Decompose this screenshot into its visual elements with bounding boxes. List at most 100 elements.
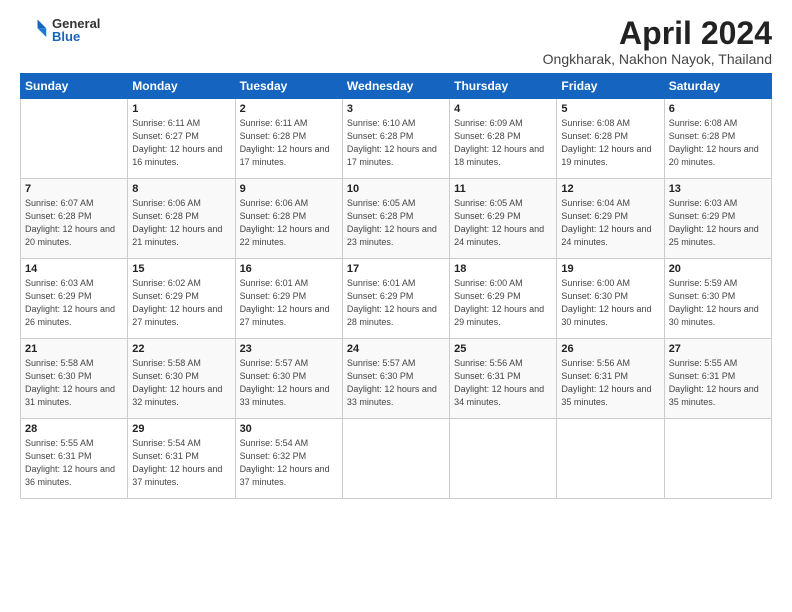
day-info: Sunrise: 6:00 AMSunset: 6:30 PMDaylight:…	[561, 278, 651, 327]
calendar-cell: 5 Sunrise: 6:08 AMSunset: 6:28 PMDayligh…	[557, 99, 664, 179]
calendar-cell: 16 Sunrise: 6:01 AMSunset: 6:29 PMDaylig…	[235, 259, 342, 339]
header-row: Sunday Monday Tuesday Wednesday Thursday…	[21, 74, 772, 99]
day-number: 30	[240, 423, 338, 435]
calendar-cell	[664, 419, 771, 499]
day-number: 5	[561, 103, 659, 115]
day-info: Sunrise: 5:58 AMSunset: 6:30 PMDaylight:…	[132, 358, 222, 407]
day-info: Sunrise: 6:11 AMSunset: 6:27 PMDaylight:…	[132, 118, 222, 167]
day-info: Sunrise: 5:57 AMSunset: 6:30 PMDaylight:…	[347, 358, 437, 407]
day-info: Sunrise: 6:00 AMSunset: 6:29 PMDaylight:…	[454, 278, 544, 327]
subtitle: Ongkharak, Nakhon Nayok, Thailand	[543, 51, 772, 67]
day-number: 19	[561, 263, 659, 275]
day-info: Sunrise: 6:03 AMSunset: 6:29 PMDaylight:…	[25, 278, 115, 327]
calendar-cell: 11 Sunrise: 6:05 AMSunset: 6:29 PMDaylig…	[450, 179, 557, 259]
day-number: 24	[347, 343, 445, 355]
day-number: 14	[25, 263, 123, 275]
calendar-cell: 21 Sunrise: 5:58 AMSunset: 6:30 PMDaylig…	[21, 339, 128, 419]
calendar-week-3: 14 Sunrise: 6:03 AMSunset: 6:29 PMDaylig…	[21, 259, 772, 339]
day-info: Sunrise: 6:05 AMSunset: 6:28 PMDaylight:…	[347, 198, 437, 247]
calendar-cell	[450, 419, 557, 499]
calendar-body: 1 Sunrise: 6:11 AMSunset: 6:27 PMDayligh…	[21, 99, 772, 499]
day-number: 7	[25, 183, 123, 195]
day-info: Sunrise: 6:06 AMSunset: 6:28 PMDaylight:…	[240, 198, 330, 247]
calendar-cell: 24 Sunrise: 5:57 AMSunset: 6:30 PMDaylig…	[342, 339, 449, 419]
day-number: 6	[669, 103, 767, 115]
logo-text: General Blue	[52, 17, 100, 43]
col-wednesday: Wednesday	[342, 74, 449, 99]
day-info: Sunrise: 6:08 AMSunset: 6:28 PMDaylight:…	[561, 118, 651, 167]
day-number: 17	[347, 263, 445, 275]
day-info: Sunrise: 6:04 AMSunset: 6:29 PMDaylight:…	[561, 198, 651, 247]
day-info: Sunrise: 5:55 AMSunset: 6:31 PMDaylight:…	[669, 358, 759, 407]
header: General Blue April 2024 Ongkharak, Nakho…	[20, 16, 772, 67]
calendar-cell: 10 Sunrise: 6:05 AMSunset: 6:28 PMDaylig…	[342, 179, 449, 259]
calendar-cell: 26 Sunrise: 5:56 AMSunset: 6:31 PMDaylig…	[557, 339, 664, 419]
col-thursday: Thursday	[450, 74, 557, 99]
calendar-cell: 1 Sunrise: 6:11 AMSunset: 6:27 PMDayligh…	[128, 99, 235, 179]
calendar-week-1: 1 Sunrise: 6:11 AMSunset: 6:27 PMDayligh…	[21, 99, 772, 179]
day-info: Sunrise: 6:03 AMSunset: 6:29 PMDaylight:…	[669, 198, 759, 247]
day-info: Sunrise: 5:55 AMSunset: 6:31 PMDaylight:…	[25, 438, 115, 487]
calendar-cell: 9 Sunrise: 6:06 AMSunset: 6:28 PMDayligh…	[235, 179, 342, 259]
day-info: Sunrise: 6:01 AMSunset: 6:29 PMDaylight:…	[347, 278, 437, 327]
day-number: 13	[669, 183, 767, 195]
day-number: 11	[454, 183, 552, 195]
day-info: Sunrise: 6:07 AMSunset: 6:28 PMDaylight:…	[25, 198, 115, 247]
calendar-cell: 17 Sunrise: 6:01 AMSunset: 6:29 PMDaylig…	[342, 259, 449, 339]
day-number: 26	[561, 343, 659, 355]
logo: General Blue	[20, 16, 100, 44]
calendar-table: Sunday Monday Tuesday Wednesday Thursday…	[20, 73, 772, 499]
calendar-cell: 28 Sunrise: 5:55 AMSunset: 6:31 PMDaylig…	[21, 419, 128, 499]
day-number: 1	[132, 103, 230, 115]
calendar-cell: 7 Sunrise: 6:07 AMSunset: 6:28 PMDayligh…	[21, 179, 128, 259]
day-info: Sunrise: 5:56 AMSunset: 6:31 PMDaylight:…	[561, 358, 651, 407]
day-number: 9	[240, 183, 338, 195]
day-info: Sunrise: 5:54 AMSunset: 6:31 PMDaylight:…	[132, 438, 222, 487]
calendar-cell: 3 Sunrise: 6:10 AMSunset: 6:28 PMDayligh…	[342, 99, 449, 179]
day-info: Sunrise: 6:02 AMSunset: 6:29 PMDaylight:…	[132, 278, 222, 327]
calendar-cell: 13 Sunrise: 6:03 AMSunset: 6:29 PMDaylig…	[664, 179, 771, 259]
day-info: Sunrise: 5:59 AMSunset: 6:30 PMDaylight:…	[669, 278, 759, 327]
calendar-cell: 19 Sunrise: 6:00 AMSunset: 6:30 PMDaylig…	[557, 259, 664, 339]
day-number: 22	[132, 343, 230, 355]
calendar-cell: 6 Sunrise: 6:08 AMSunset: 6:28 PMDayligh…	[664, 99, 771, 179]
calendar-week-4: 21 Sunrise: 5:58 AMSunset: 6:30 PMDaylig…	[21, 339, 772, 419]
calendar-header: Sunday Monday Tuesday Wednesday Thursday…	[21, 74, 772, 99]
calendar-cell	[21, 99, 128, 179]
day-number: 25	[454, 343, 552, 355]
calendar-cell: 29 Sunrise: 5:54 AMSunset: 6:31 PMDaylig…	[128, 419, 235, 499]
day-number: 4	[454, 103, 552, 115]
day-number: 8	[132, 183, 230, 195]
page: General Blue April 2024 Ongkharak, Nakho…	[0, 0, 792, 509]
day-number: 2	[240, 103, 338, 115]
logo-blue: Blue	[52, 30, 100, 43]
day-info: Sunrise: 5:54 AMSunset: 6:32 PMDaylight:…	[240, 438, 330, 487]
day-number: 20	[669, 263, 767, 275]
calendar-cell: 20 Sunrise: 5:59 AMSunset: 6:30 PMDaylig…	[664, 259, 771, 339]
day-number: 15	[132, 263, 230, 275]
calendar-week-2: 7 Sunrise: 6:07 AMSunset: 6:28 PMDayligh…	[21, 179, 772, 259]
day-number: 28	[25, 423, 123, 435]
calendar-cell: 22 Sunrise: 5:58 AMSunset: 6:30 PMDaylig…	[128, 339, 235, 419]
day-info: Sunrise: 5:57 AMSunset: 6:30 PMDaylight:…	[240, 358, 330, 407]
day-number: 16	[240, 263, 338, 275]
calendar-cell: 23 Sunrise: 5:57 AMSunset: 6:30 PMDaylig…	[235, 339, 342, 419]
calendar-cell: 2 Sunrise: 6:11 AMSunset: 6:28 PMDayligh…	[235, 99, 342, 179]
main-title: April 2024	[543, 16, 772, 51]
day-number: 29	[132, 423, 230, 435]
day-number: 21	[25, 343, 123, 355]
calendar-cell: 25 Sunrise: 5:56 AMSunset: 6:31 PMDaylig…	[450, 339, 557, 419]
day-number: 12	[561, 183, 659, 195]
col-saturday: Saturday	[664, 74, 771, 99]
calendar-cell: 18 Sunrise: 6:00 AMSunset: 6:29 PMDaylig…	[450, 259, 557, 339]
calendar-cell	[557, 419, 664, 499]
calendar-cell: 8 Sunrise: 6:06 AMSunset: 6:28 PMDayligh…	[128, 179, 235, 259]
calendar-cell: 4 Sunrise: 6:09 AMSunset: 6:28 PMDayligh…	[450, 99, 557, 179]
day-number: 3	[347, 103, 445, 115]
day-info: Sunrise: 6:11 AMSunset: 6:28 PMDaylight:…	[240, 118, 330, 167]
day-number: 10	[347, 183, 445, 195]
col-friday: Friday	[557, 74, 664, 99]
calendar-cell: 30 Sunrise: 5:54 AMSunset: 6:32 PMDaylig…	[235, 419, 342, 499]
col-monday: Monday	[128, 74, 235, 99]
logo-icon	[20, 16, 48, 44]
